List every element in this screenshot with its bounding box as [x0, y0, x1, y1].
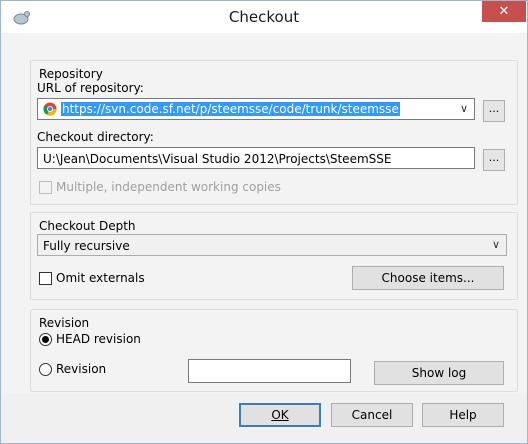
- revision-label: Revision: [56, 362, 107, 376]
- checkout-directory-input[interactable]: U:\Jean\Documents\Visual Studio 2012\Pro…: [37, 147, 475, 169]
- head-revision-label: HEAD revision: [56, 332, 141, 346]
- chevron-down-icon[interactable]: ∨: [492, 238, 500, 251]
- multiple-copies-checkbox[interactable]: [39, 181, 52, 194]
- revision-radio[interactable]: [39, 363, 52, 376]
- ok-label: OK: [271, 408, 289, 422]
- url-label: URL of repository:: [37, 81, 144, 95]
- cancel-button[interactable]: Cancel: [331, 403, 413, 427]
- omit-externals-checkbox[interactable]: [39, 272, 52, 285]
- chrome-icon: [43, 102, 57, 116]
- dialog-footer: OK Cancel Help: [1, 395, 527, 443]
- browse-directory-button[interactable]: ...: [483, 149, 505, 171]
- checkout-directory-label: Checkout directory:: [37, 130, 154, 144]
- chevron-down-icon[interactable]: ∨: [460, 102, 468, 115]
- title-bar: Checkout ✕: [1, 1, 527, 33]
- repository-group-label: Repository: [39, 67, 103, 81]
- choose-items-button[interactable]: Choose items...: [352, 266, 504, 290]
- checkout-depth-label: Checkout Depth: [39, 219, 136, 233]
- url-value: https://svn.code.sf.net/p/steemsse/code/…: [61, 102, 400, 116]
- radio-selected-dot: [42, 336, 49, 343]
- checkout-directory-value: U:\Jean\Documents\Visual Studio 2012\Pro…: [43, 152, 392, 166]
- close-icon: ✕: [498, 4, 510, 19]
- depth-combobox[interactable]: Fully recursive ∨: [37, 234, 507, 256]
- multiple-copies-label: Multiple, independent working copies: [56, 180, 281, 194]
- url-combobox[interactable]: https://svn.code.sf.net/p/steemsse/code/…: [37, 98, 475, 120]
- revision-group-label: Revision: [39, 316, 90, 330]
- depth-selected-value: Fully recursive: [43, 239, 130, 253]
- window-title: Checkout: [228, 8, 300, 26]
- close-button[interactable]: ✕: [482, 1, 526, 22]
- omit-externals-label: Omit externals: [56, 271, 145, 285]
- head-revision-radio[interactable]: [39, 333, 52, 346]
- browse-url-button[interactable]: ...: [483, 100, 505, 122]
- show-log-button[interactable]: Show log: [374, 361, 504, 385]
- checkout-dialog: Checkout ✕ Repository URL of repository:…: [0, 0, 528, 444]
- ok-button[interactable]: OK: [239, 403, 321, 427]
- help-button[interactable]: Help: [422, 403, 504, 427]
- revision-input[interactable]: [188, 359, 351, 383]
